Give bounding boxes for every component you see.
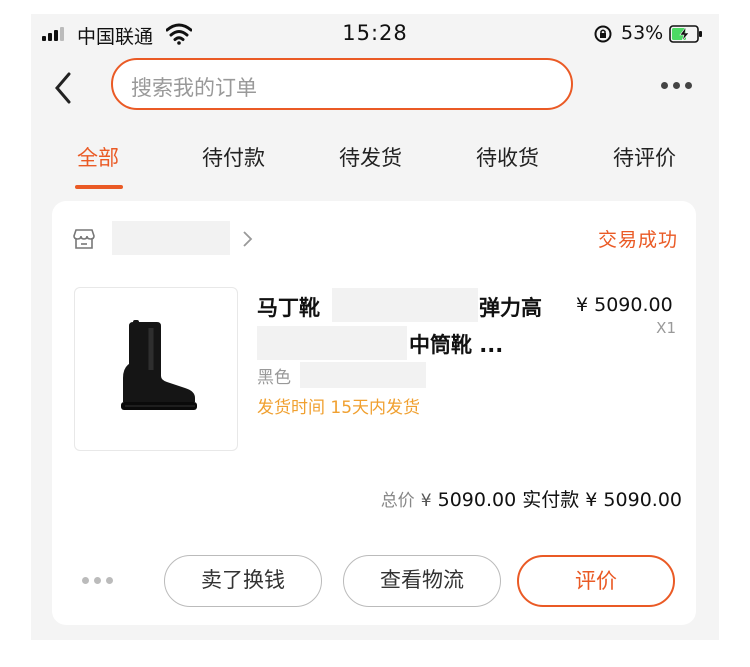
boot-image xyxy=(121,320,197,410)
active-tab-indicator xyxy=(75,185,123,189)
chevron-right-icon[interactable] xyxy=(242,229,254,249)
more-dots-icon[interactable] xyxy=(661,82,695,90)
search-input[interactable]: 搜索我的订单 xyxy=(111,58,573,110)
battery-charging-icon xyxy=(669,25,702,43)
search-placeholder: 搜索我的订单 xyxy=(131,76,257,100)
review-button[interactable]: 评价 xyxy=(517,555,675,607)
paid-value: ¥ 5090.00 xyxy=(585,489,682,511)
view-logistics-button[interactable]: 查看物流 xyxy=(343,555,501,607)
phone-screen: 中国联通 15:28 53% 搜索我的订单 全部 待付款 待发货 待收货 待评价… xyxy=(31,14,719,640)
order-tabs: 全部 待付款 待发货 待收货 待评价 xyxy=(31,134,719,194)
order-card: 交易成功 马丁靴 弹力高 中筒靴 ... ¥ 5090.00 X1 黑色 发货时… xyxy=(52,201,696,625)
sell-button[interactable]: 卖了换钱 xyxy=(164,555,322,607)
product-price: ¥ 5090.00 xyxy=(576,294,673,316)
product-thumbnail[interactable] xyxy=(74,287,238,451)
clock: 15:28 xyxy=(342,21,408,45)
product-title-part1[interactable]: 马丁靴 xyxy=(257,292,320,322)
tab-pending-review[interactable]: 待评价 xyxy=(613,142,676,172)
store-icon xyxy=(73,229,95,249)
product-variant: 黑色 xyxy=(257,368,291,388)
rotation-lock-icon xyxy=(594,25,612,43)
tab-all[interactable]: 全部 xyxy=(77,142,119,172)
status-bar: 中国联通 15:28 53% xyxy=(31,14,719,54)
redacted-text xyxy=(300,362,426,388)
paid-label: 实付款 xyxy=(522,489,580,511)
total-value: 5090.00 xyxy=(437,489,517,511)
redacted-text xyxy=(257,326,407,360)
product-title-part3[interactable]: 中筒靴 ... xyxy=(409,329,503,359)
battery-percent: 53% xyxy=(621,22,664,44)
tab-pending-shipment[interactable]: 待发货 xyxy=(339,142,402,172)
order-totals: 总价 ¥ 5090.00 实付款 ¥ 5090.00 xyxy=(381,485,682,512)
tab-pending-receipt[interactable]: 待收货 xyxy=(476,142,539,172)
order-status: 交易成功 xyxy=(597,229,678,251)
shipping-note: 发货时间 15天内发货 xyxy=(257,398,421,418)
redacted-text xyxy=(332,288,478,322)
chevron-left-icon[interactable] xyxy=(47,68,77,108)
shop-name-redacted[interactable] xyxy=(112,221,230,255)
total-label: 总价 xyxy=(380,491,415,511)
tab-pending-payment[interactable]: 待付款 xyxy=(202,142,265,172)
product-title-part2[interactable]: 弹力高 xyxy=(479,292,542,322)
more-dots-icon[interactable] xyxy=(82,577,116,585)
product-quantity: X1 xyxy=(656,319,676,337)
total-currency: ¥ xyxy=(420,491,432,511)
